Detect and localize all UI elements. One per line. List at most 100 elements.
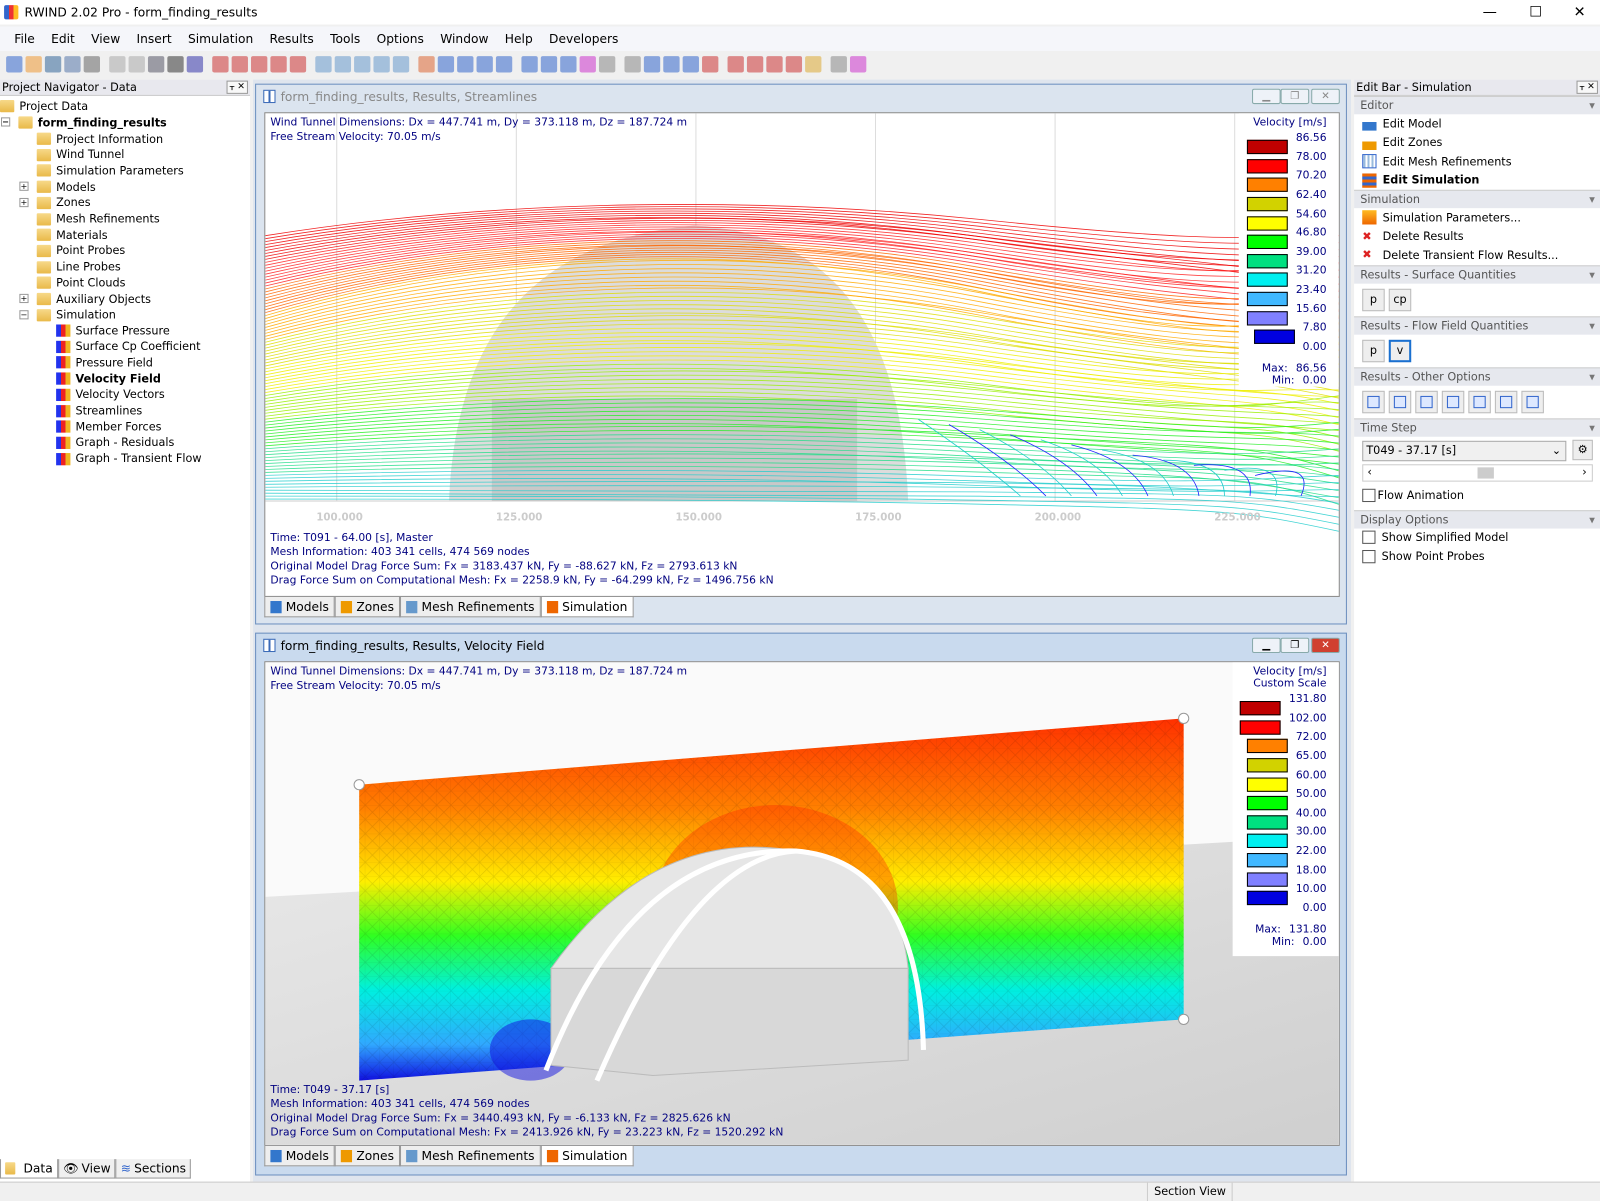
pin-close-icon[interactable]: ᚁ ✕ [1576,80,1598,94]
flow-pressure-button[interactable]: p [1362,339,1385,362]
toolbar-button[interactable] [746,56,764,73]
tree-item-materials[interactable]: Materials [36,227,108,243]
tree-result-graph-transient-flow[interactable]: Graph - Transient Flow [56,451,202,467]
toolbar-button[interactable] [392,56,410,73]
section-other-options[interactable]: Results - Other Options [1354,366,1600,386]
tab-models[interactable]: Models [264,1145,335,1167]
window-titlebar[interactable]: form_finding_results, Results, Streamlin… [256,85,1346,108]
toolbar-button[interactable] [231,56,248,73]
time-step-slider[interactable]: ‹ › [1362,463,1593,482]
toolbar-button[interactable] [334,56,352,73]
tree-result-graph-residuals[interactable]: Graph - Residuals [56,435,174,451]
window-restore-button[interactable]: ❐ [1280,88,1310,105]
tree-result-velocity-vectors[interactable]: Velocity Vectors [56,387,165,403]
tab-simulation[interactable]: Simulation [540,1145,634,1167]
toolbar-button[interactable] [540,56,558,73]
toolbar-button[interactable] [702,56,719,73]
checkbox[interactable] [1362,530,1376,545]
tree-item-point-probes[interactable]: Point Probes [36,243,125,259]
tab-sections[interactable]: ≋ Sections [115,1159,192,1179]
toolbar-button[interactable] [643,56,661,73]
toolbar-button[interactable] [624,56,641,73]
toolbar-button[interactable] [727,56,744,73]
tree-result-member-forces[interactable]: Member Forces [56,419,161,435]
toolbar-button[interactable] [83,56,100,73]
arrow-left-icon[interactable]: ‹ [1367,465,1371,478]
probe-button[interactable] [1521,390,1544,413]
tree-item-point-clouds[interactable]: Point Clouds [36,275,126,291]
streamlines-button[interactable] [1362,390,1385,413]
toolbar-button[interactable] [476,56,493,73]
toolbar-button[interactable] [560,56,577,73]
surface-lines-button[interactable] [1388,390,1412,413]
pin-close-icon[interactable]: ᚁ ✕ [226,80,248,94]
edit-zones-item[interactable]: Edit Zones [1354,133,1600,152]
tree-item-line-probes[interactable]: Line Probes [36,259,121,275]
maximize-button[interactable]: ☐ [1512,0,1559,24]
tab-view[interactable]: 👁 View [57,1159,116,1179]
toolbar-button[interactable] [25,56,42,73]
vectors-button[interactable] [1415,390,1438,413]
tree-item-zones[interactable]: Zones + [19,195,91,211]
tree-item-simulation-parameters[interactable]: Simulation Parameters [36,163,184,179]
delete-transient-item[interactable]: ✖ Delete Transient Flow Results... [1354,246,1600,265]
tab-mesh-refinements[interactable]: Mesh Refinements [400,596,541,618]
toolbar-button[interactable] [64,56,81,73]
checkbox[interactable] [1362,488,1376,502]
simulation-parameters-item[interactable]: Simulation Parameters... [1354,208,1600,227]
report-button[interactable] [1494,390,1518,413]
toolbar-button[interactable] [167,56,184,73]
expand-icon[interactable]: + [19,181,29,191]
flow-animation-checkbox[interactable]: Flow Animation [1362,488,1592,502]
toolbar-button[interactable] [315,56,332,73]
tree-result-pressure-field[interactable]: Pressure Field [56,354,153,370]
tab-zones[interactable]: Zones [334,1145,401,1167]
menu-developers[interactable]: Developers [541,32,627,46]
section-simulation[interactable]: Simulation [1354,189,1600,209]
toolbar-button[interactable] [663,56,680,73]
close-button[interactable]: ✕ [1556,0,1600,24]
toolbar-button[interactable] [270,56,287,73]
toolbar-button[interactable] [289,56,307,73]
menu-options[interactable]: Options [368,32,432,46]
tree-item-wind-tunnel[interactable]: Wind Tunnel [36,147,124,163]
toolbar-button[interactable] [457,56,474,73]
section-flow-quantities[interactable]: Results - Flow Field Quantities [1354,315,1600,335]
toolbar-button[interactable] [354,56,371,73]
toolbar-button[interactable] [805,56,822,73]
tree-item-simulation[interactable]: Simulation − [19,307,116,323]
tab-zones[interactable]: Zones [334,596,401,618]
toolbar-button[interactable] [212,56,229,73]
time-step-settings-button[interactable]: ⚙ [1572,439,1593,460]
section-editor[interactable]: Editor [1354,95,1600,115]
tab-simulation[interactable]: Simulation [540,596,634,618]
menu-view[interactable]: View [83,32,128,46]
tab-mesh-refinements[interactable]: Mesh Refinements [400,1145,541,1167]
collapse-icon[interactable]: − [19,309,29,320]
menu-help[interactable]: Help [497,32,541,46]
section-view-status[interactable]: Section View [1146,1182,1234,1201]
tree-item-mesh-refinements[interactable]: Mesh Refinements [36,211,160,227]
tree-result-streamlines[interactable]: Streamlines [56,403,142,419]
section-display-options[interactable]: Display Options [1354,509,1600,529]
tree-item-auxiliary-objects[interactable]: Auxiliary Objects + [19,291,151,307]
toolbar-button[interactable] [437,56,455,73]
surface-cp-button[interactable]: cp [1388,288,1412,311]
tree-project[interactable]: form_finding_results − [1,114,167,130]
toolbar-button[interactable] [830,56,847,73]
toolbar-button[interactable] [147,56,165,73]
toolbar-button[interactable] [682,56,699,73]
grid-graph-button[interactable] [1468,390,1491,413]
toolbar-button[interactable] [785,56,803,73]
toolbar-button[interactable] [6,56,23,73]
toolbar-button[interactable] [109,56,126,73]
flow-velocity-button[interactable]: v [1388,339,1412,362]
tab-models[interactable]: Models [264,596,335,618]
edit-model-item[interactable]: Edit Model [1354,114,1600,133]
window-minimize-button[interactable]: ▁ [1252,637,1281,654]
tree-result-surface-cp-coefficient[interactable]: Surface Cp Coefficient [56,338,201,354]
menu-window[interactable]: Window [432,32,497,46]
toolbar-button[interactable] [128,56,145,73]
toolbar-button[interactable] [766,56,783,73]
toolbar-button[interactable] [44,56,62,73]
